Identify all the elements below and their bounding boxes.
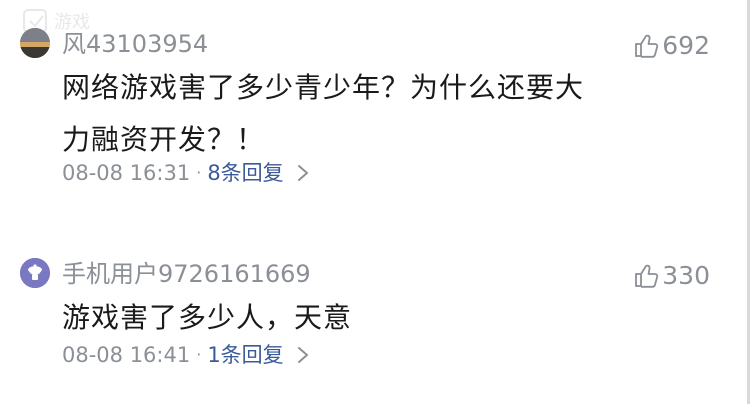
chevron-right-icon[interactable] xyxy=(296,345,310,365)
comment-meta: 08-08 16:31 · 8条回复 xyxy=(62,158,310,188)
like-button[interactable]: 330 xyxy=(632,260,710,292)
username[interactable]: 风43103954 xyxy=(62,28,208,60)
comment-meta: 08-08 16:41 · 1条回复 xyxy=(62,340,310,370)
like-button[interactable]: 692 xyxy=(632,30,710,62)
username[interactable]: 手机用户9726161669 xyxy=(62,258,311,290)
comment-text: 游戏害了多少人，天意 xyxy=(62,292,662,344)
timestamp: 08-08 16:41 xyxy=(62,343,191,367)
thumbs-up-icon xyxy=(635,34,659,58)
timestamp: 08-08 16:31 xyxy=(62,161,191,185)
comment-text: 网络游戏害了多少青少年？为什么还要大 力融资开发？！ xyxy=(62,62,662,166)
comment-list: 游戏 风43103954 692 网络游戏害了多少青少年？为什么还要大 力融资开… xyxy=(0,0,750,404)
avatar-image xyxy=(20,258,50,288)
avatar[interactable] xyxy=(20,258,50,288)
comment-text-line: 游戏害了多少人，天意 xyxy=(62,301,353,334)
avatar[interactable] xyxy=(20,28,50,58)
comment-text-line: 网络游戏害了多少青少年？为什么还要大 xyxy=(62,71,585,104)
like-count: 692 xyxy=(662,31,710,60)
separator-dot: · xyxy=(196,345,202,364)
replies-link[interactable]: 1条回复 xyxy=(207,340,283,370)
thumbs-up-icon xyxy=(635,264,659,288)
chevron-right-icon[interactable] xyxy=(296,163,310,183)
separator-dot: · xyxy=(196,163,202,182)
like-count: 330 xyxy=(662,261,710,290)
avatar-image xyxy=(20,28,50,58)
replies-link[interactable]: 8条回复 xyxy=(207,158,283,188)
